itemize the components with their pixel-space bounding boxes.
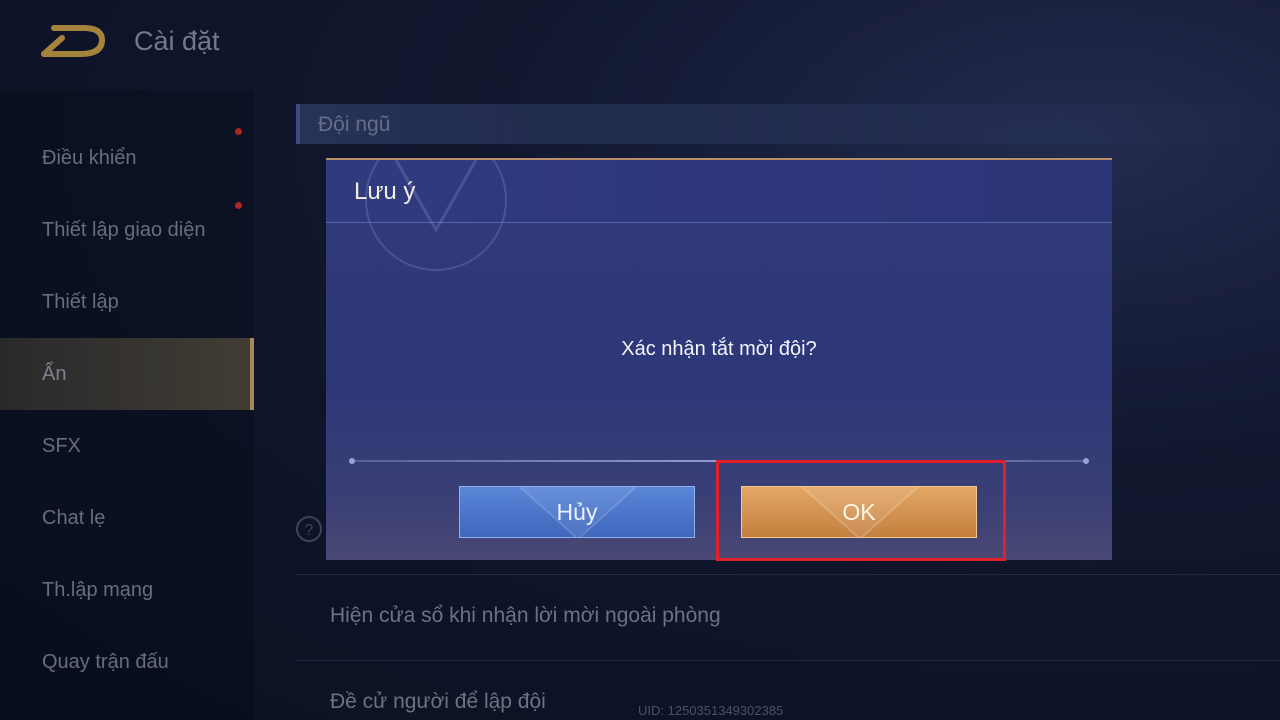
highlight-box [716, 460, 1006, 561]
dialog-header: Lưu ý [326, 160, 1112, 271]
dialog-message: Xác nhận tắt mời đội? [621, 338, 817, 360]
cancel-button-label: Hủy [556, 498, 598, 525]
divider-dot-icon [349, 458, 355, 464]
dialog-title: Lưu ý [354, 178, 416, 205]
cancel-button[interactable]: Hủy [459, 486, 695, 538]
decorative-emblem-icon [365, 160, 507, 271]
divider-dot-icon [1083, 458, 1089, 464]
